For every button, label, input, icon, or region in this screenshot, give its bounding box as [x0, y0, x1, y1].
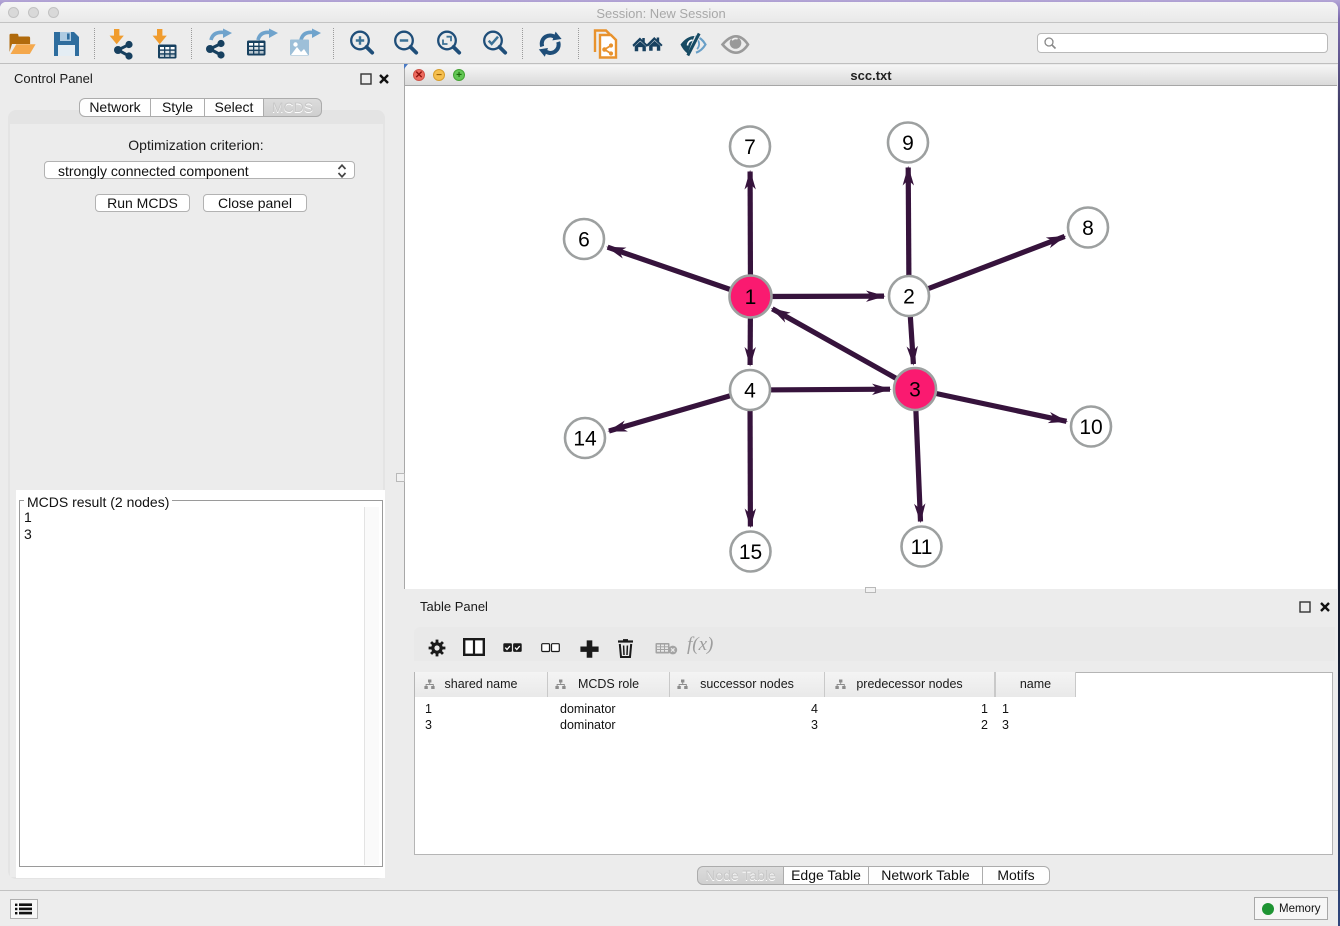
svg-text:6: 6 — [578, 229, 590, 252]
svg-text:3: 3 — [909, 379, 921, 402]
svg-text:8: 8 — [1082, 217, 1094, 240]
svg-text:1: 1 — [745, 286, 757, 309]
svg-text:7: 7 — [744, 136, 756, 159]
svg-text:2: 2 — [903, 286, 915, 309]
svg-text:15: 15 — [739, 541, 762, 564]
svg-text:9: 9 — [902, 132, 914, 155]
svg-text:10: 10 — [1079, 416, 1102, 439]
svg-text:14: 14 — [573, 428, 597, 451]
svg-text:11: 11 — [911, 536, 933, 559]
svg-text:4: 4 — [744, 380, 756, 403]
